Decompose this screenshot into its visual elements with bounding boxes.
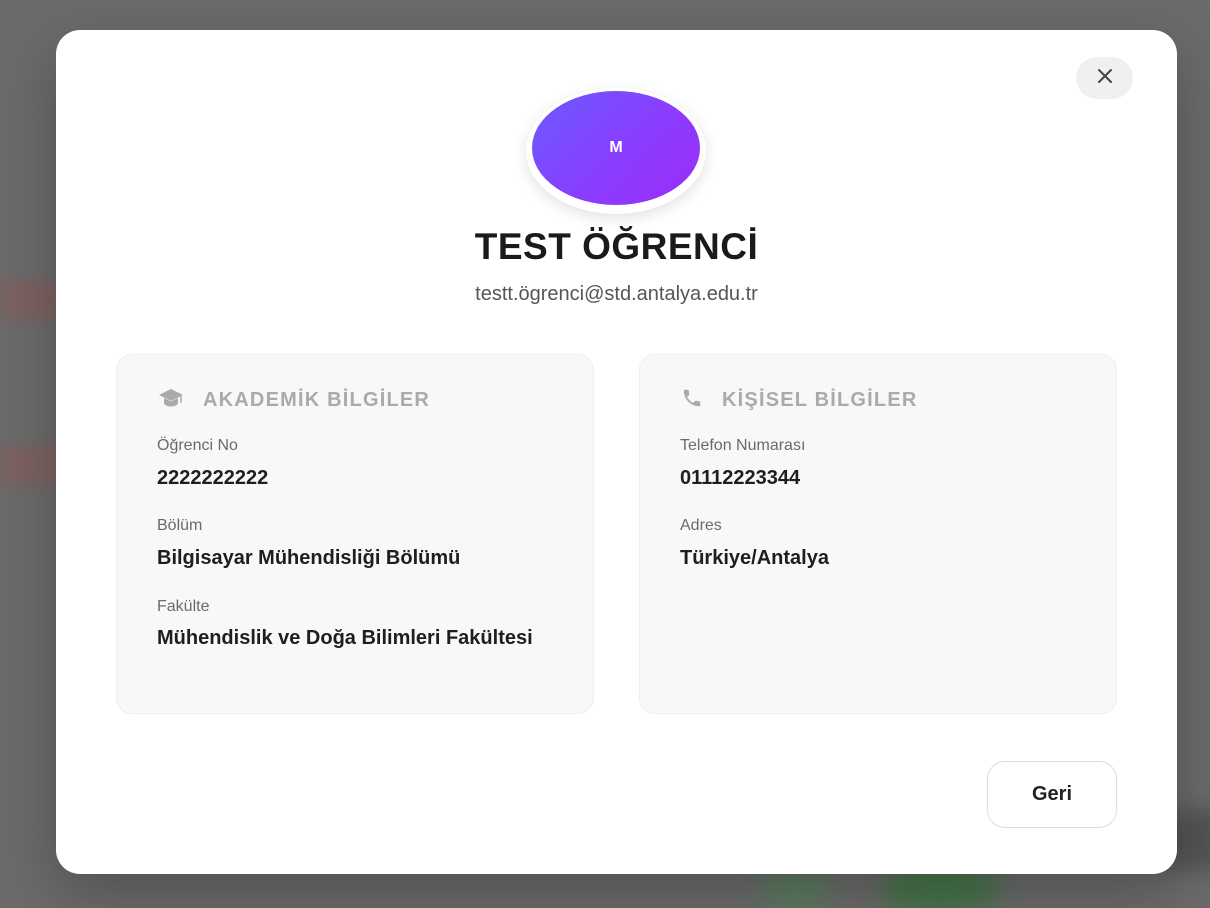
personal-info-card: KİŞİSEL BİLGİLER Telefon Numarası 011122…	[639, 354, 1117, 714]
department-label: Bölüm	[157, 517, 203, 534]
phone-label: Telefon Numarası	[680, 437, 806, 454]
student-name: TEST ÖĞRENCİ	[474, 226, 759, 267]
department-value: Bilgisayar Mühendisliği Bölümü	[157, 547, 461, 569]
faculty-label: Fakülte	[157, 598, 210, 615]
close-button[interactable]	[1076, 57, 1133, 99]
academic-info-title: AKADEMİK BİLGİLER	[203, 389, 431, 411]
student-no-label: Öğrenci No	[157, 437, 238, 454]
student-email: testt.ögrenci@std.antalya.edu.tr	[475, 283, 758, 305]
graduation-cap-icon	[157, 387, 185, 414]
academic-info-card: AKADEMİK BİLGİLER Öğrenci No 2222222222 …	[116, 354, 594, 714]
close-icon	[1096, 67, 1114, 90]
address-label: Adres	[680, 517, 722, 534]
student-profile-modal: M TEST ÖĞRENCİ testt.ögrenci@std.antalya…	[56, 30, 1177, 874]
student-no-value: 2222222222	[157, 467, 269, 489]
personal-info-title: KİŞİSEL BİLGİLER	[722, 389, 918, 411]
phone-icon	[680, 387, 704, 414]
phone-value: 01112223344	[680, 467, 801, 489]
address-value: Türkiye/Antalya	[680, 547, 829, 569]
backdrop-blob	[760, 870, 830, 908]
academic-info-header: AKADEMİK BİLGİLER	[157, 387, 430, 414]
back-button[interactable]: Geri	[987, 761, 1117, 828]
faculty-value: Mühendislik ve Doğa Bilimleri Fakültesi	[157, 627, 533, 649]
personal-info-header: KİŞİSEL BİLGİLER	[680, 387, 918, 414]
avatar: M	[532, 91, 700, 205]
avatar-initial: M	[609, 139, 623, 156]
